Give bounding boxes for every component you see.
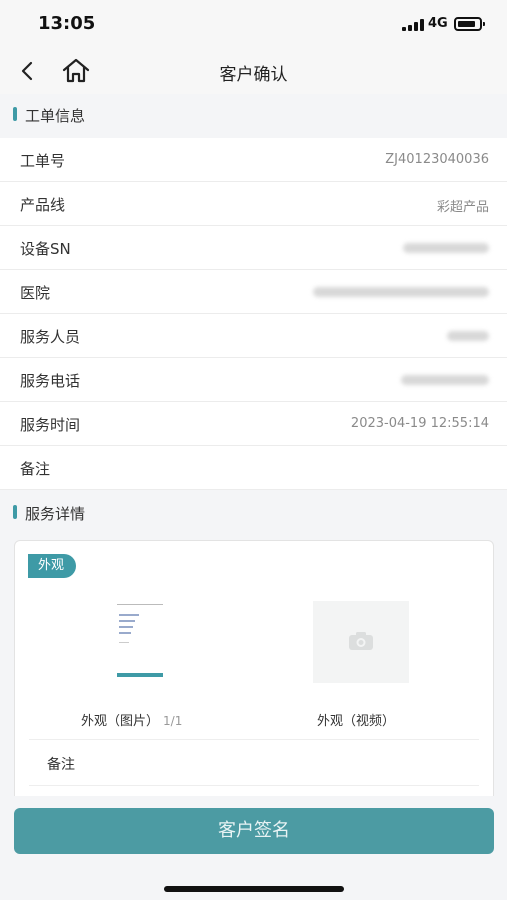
field-label: 设备SN [20, 240, 71, 258]
field-value: 彩超产品 [436, 200, 489, 215]
photo-count: 1/1 [163, 714, 183, 728]
field-label: 工单号 [20, 152, 66, 170]
field-value: 2023-04-19 12:55:14 [350, 416, 489, 431]
photo-caption: 外观（图片） 1/1 [81, 710, 182, 729]
redacted-value [403, 243, 489, 253]
video-caption: 外观（视频） [317, 714, 396, 729]
divider [29, 785, 479, 786]
field-service-time: 服务时间 2023-04-19 12:55:14 [0, 402, 507, 446]
field-label: 备注 [20, 460, 51, 478]
photo-caption-text: 外观（图片） [81, 714, 160, 729]
section-title: 服务详情 [25, 505, 86, 523]
home-indicator [164, 886, 344, 892]
order-info-list: 工单号 ZJ40123040036 产品线 彩超产品 设备SN 医院 服务人员 … [0, 138, 507, 490]
page-title: 客户确认 [219, 65, 288, 85]
redacted-value [447, 331, 489, 341]
network-type: 4G [428, 16, 448, 31]
field-device-sn: 设备SN [0, 226, 507, 270]
section-service-detail: 服务详情 [0, 493, 507, 533]
field-label: 产品线 [20, 196, 66, 214]
status-bar: 13:05 4G [0, 0, 507, 48]
section-marker [13, 107, 17, 121]
detail-remark-label: 备注 [47, 757, 75, 773]
detail-card: 外观 外观（图片） 1/1 外观（视频） 备注 [14, 540, 494, 840]
divider [29, 739, 479, 740]
signal-icon [402, 19, 424, 31]
field-hospital: 医院 [0, 270, 507, 314]
section-order-info: 工单信息 [0, 95, 507, 135]
field-value: ZJ40123040036 [385, 152, 489, 167]
redacted-value [313, 287, 489, 297]
field-order-no: 工单号 ZJ40123040036 [0, 138, 507, 182]
section-title: 工单信息 [25, 107, 86, 125]
photo-thumbnail[interactable] [111, 598, 171, 686]
category-tag: 外观 [28, 554, 77, 578]
field-remark: 备注 [0, 446, 507, 490]
status-time: 13:05 [38, 13, 96, 34]
battery-icon [454, 17, 485, 31]
field-label: 服务人员 [20, 328, 81, 346]
customer-sign-button[interactable]: 客户签名 [14, 808, 494, 854]
field-label: 医院 [20, 284, 51, 302]
field-service-phone: 服务电话 [0, 358, 507, 402]
field-service-staff: 服务人员 [0, 314, 507, 358]
redacted-value [401, 375, 489, 385]
nav-bar: 客户确认 [0, 48, 507, 94]
field-product-line: 产品线 彩超产品 [0, 182, 507, 226]
section-marker [13, 505, 17, 519]
bottom-bar: 客户签名 [0, 796, 507, 900]
camera-icon [349, 632, 373, 650]
field-label: 服务时间 [20, 416, 81, 434]
video-placeholder[interactable] [313, 601, 409, 683]
field-label: 服务电话 [20, 372, 81, 390]
